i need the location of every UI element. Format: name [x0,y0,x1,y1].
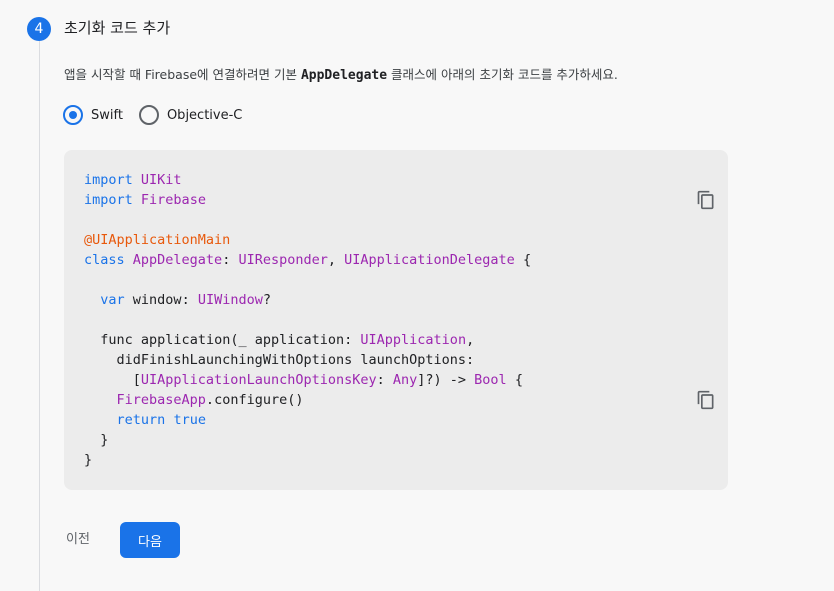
code-token: AppDelegate [132,252,223,268]
code-token: Any [392,372,418,388]
radio-label-objective-c: Objective-C [166,107,243,123]
code-token: FirebaseApp [116,392,206,408]
code-token: UIWindow [197,292,263,308]
description-text-suffix: 클래스에 아래의 초기화 코드를 추가하세요. [387,67,618,82]
copy-icon[interactable] [696,390,716,410]
code-token: Bool [474,372,507,388]
code-token: configure [214,392,288,408]
code-token: application [140,332,231,348]
step-number-badge: 4 [27,17,51,41]
code-token: var [100,292,125,308]
description-text-prefix: 앱을 시작할 때 Firebase에 연결하려면 기본 [64,67,301,82]
code-token: @UIApplicationMain [84,232,231,248]
setup-page: 4 초기화 코드 추가 앱을 시작할 때 Firebase에 연결하려면 기본 … [0,0,834,591]
radio-objective-c[interactable]: Objective-C [138,105,243,125]
code-token: UIResponder [238,252,328,268]
code-token: UIApplication [360,332,467,348]
code-token: import [84,192,133,208]
code-token: import [84,172,133,188]
code-token: Firebase [140,192,206,208]
code-token: class [84,252,125,268]
step-connector-line [39,40,40,591]
next-button[interactable]: 다음 [120,522,180,558]
code-snippet-box: import UIKit import Firebase @UIApplicat… [64,150,728,490]
radio-button-checked-icon [63,105,83,125]
radio-label-swift: Swift [91,107,123,123]
previous-button[interactable]: 이전 [60,524,96,556]
description-code-term: AppDelegate [300,68,388,83]
copy-icon[interactable] [696,190,716,210]
language-radio-group: Swift Objective-C [63,105,242,125]
step-title: 초기화 코드 추가 [64,19,171,37]
code-token: func [100,332,133,348]
radio-button-unchecked-icon [138,105,159,125]
radio-swift[interactable]: Swift [63,105,123,125]
code-token: window [132,292,182,308]
code-token: didFinishLaunchingWithOptions launchOpti… [116,352,467,368]
code-token: _ application [238,332,345,348]
code-token: return [116,412,166,428]
code-snippet: import UIKit import Firebase @UIApplicat… [84,172,532,468]
step-description: 앱을 시작할 때 Firebase에 연결하려면 기본 AppDelegate … [64,65,618,86]
code-token: UIKit [140,172,182,188]
code-token: true [173,412,206,428]
code-token: UIApplicationDelegate [344,252,515,268]
code-token: UIApplicationLaunchOptionsKey [140,372,377,388]
